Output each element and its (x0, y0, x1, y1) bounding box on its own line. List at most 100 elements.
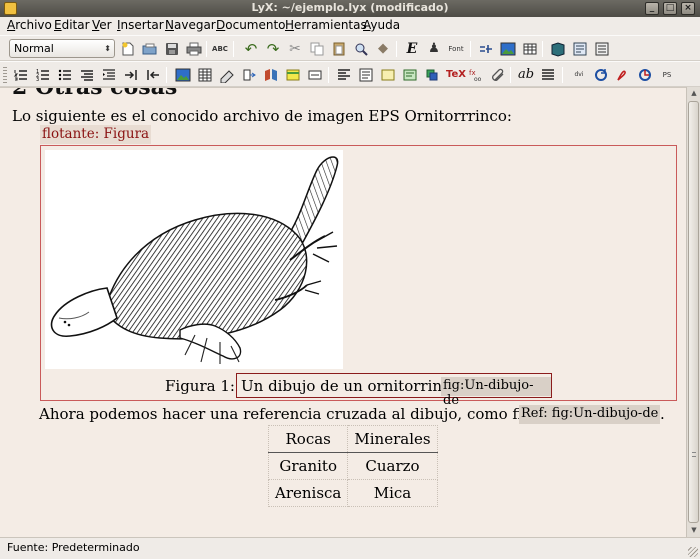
box-icon[interactable] (380, 67, 396, 83)
menu-editar[interactable]: Editar (54, 18, 90, 32)
table-row: Granito Cuarzo (267, 452, 438, 480)
enumerate-icon[interactable]: 123 (35, 67, 51, 83)
align-icon[interactable] (336, 67, 352, 83)
tex-icon[interactable]: TeX (446, 67, 466, 83)
table-cell[interactable]: Mica (347, 479, 438, 507)
open-icon[interactable] (142, 41, 158, 57)
ab-icon[interactable]: ab (518, 67, 534, 83)
vertical-scrollbar[interactable]: ▲ ▼ (686, 87, 700, 537)
status-text: Fuente: Predeterminado (7, 541, 140, 554)
table-cell[interactable]: Arenisca (267, 479, 349, 507)
ps-icon[interactable]: PS (659, 67, 675, 83)
table-header-row: Rocas Minerales (267, 425, 438, 453)
scroll-up-icon[interactable]: ▲ (689, 88, 699, 98)
menu-archivo[interactable]: Archivo (7, 18, 52, 32)
emph-icon[interactable]: E (404, 41, 420, 57)
dvi-icon[interactable]: dvi (571, 67, 587, 83)
table-icon[interactable] (522, 41, 538, 57)
reference-inset[interactable]: Ref: fig:Un-dibujo-de (519, 405, 661, 424)
caption-text: Un dibujo de un ornitorrinco (241, 377, 460, 395)
figure-caption-label: Figura 1: (165, 377, 235, 395)
document-view[interactable]: 2 Otras cosas Lo siguiente es el conocid… (0, 87, 686, 537)
save-icon[interactable] (164, 41, 180, 57)
window-title: LyX: ~/ejemplo.lyx (modificado) (251, 1, 449, 14)
citation-icon[interactable] (263, 67, 279, 83)
cross-reference-icon[interactable] (241, 67, 257, 83)
main-toolbar: Normal ⬍ ABC ↶ ↷ ✂ ◆ E ♟ Font (0, 35, 700, 61)
platypus-drawing (50, 156, 339, 364)
svg-text:3: 3 (36, 77, 39, 83)
toc-icon[interactable] (572, 41, 588, 57)
insert-table-icon[interactable] (197, 67, 213, 83)
copy-icon[interactable] (309, 41, 325, 57)
table-header-cell[interactable]: Minerales (347, 425, 438, 453)
float-figure-label[interactable]: flotante: Figura (40, 125, 152, 144)
book-icon[interactable] (550, 41, 566, 57)
spellcheck-icon[interactable]: ABC (212, 41, 228, 57)
minimize-button[interactable]: _ (645, 2, 659, 15)
sentence-period: . (660, 405, 665, 423)
ert-icon[interactable] (402, 67, 418, 83)
menu-ayuda[interactable]: Ayuda (363, 18, 400, 32)
layout-select[interactable]: Normal ⬍ (9, 39, 115, 58)
menu-ver[interactable]: Ver (92, 18, 112, 32)
insert-graphics-icon[interactable] (175, 67, 191, 83)
print-icon[interactable] (186, 41, 202, 57)
menu-navegar[interactable]: Navegar (165, 18, 216, 32)
find-icon[interactable] (353, 41, 369, 57)
menu-insertar[interactable]: Insertar (117, 18, 164, 32)
new-document-icon[interactable] (120, 41, 136, 57)
close-button[interactable]: × (681, 2, 695, 15)
maximize-button[interactable]: □ (663, 2, 677, 15)
refresh-icon[interactable] (593, 67, 609, 83)
crossref-paragraph: Ahora podemos hacer una referencia cruza… (39, 405, 558, 423)
format-toolbar: 123 TeX fx oo ab dvi PS (0, 61, 700, 87)
rocks-table[interactable]: Rocas Minerales Granito Cuarzo Arenisca … (267, 425, 438, 507)
paste-icon[interactable] (331, 41, 347, 57)
caption-inset[interactable]: Un dibujo de un ornitorrinco fig:Un-dibu… (236, 373, 552, 408)
menu-herramientas[interactable]: Herramientas (285, 18, 367, 32)
table-row: Arenisca Mica (267, 479, 438, 507)
title-bar: LyX: ~/ejemplo.lyx (modificado) _ □ × (0, 0, 700, 17)
platypus-image[interactable] (45, 150, 343, 369)
resize-grip-icon[interactable] (688, 547, 698, 557)
menu-documento[interactable]: Documento (216, 18, 286, 32)
numbered-list-icon[interactable] (13, 67, 29, 83)
noun-icon[interactable]: ♟ (426, 41, 442, 57)
view-icon[interactable] (594, 41, 610, 57)
cut-icon[interactable]: ✂ (287, 41, 303, 57)
math-icon[interactable] (478, 41, 494, 57)
table-cell[interactable]: Granito (267, 452, 349, 480)
intro-paragraph: Lo siguiente es el conocido archivo de i… (12, 107, 512, 125)
section-heading: 2 Otras cosas (12, 87, 178, 100)
table-header-cell[interactable]: Rocas (267, 425, 349, 453)
label-inset[interactable]: fig:Un-dibujo-de (441, 377, 551, 408)
chevron-updown-icon: ⬍ (104, 44, 111, 53)
indent-icon[interactable] (101, 67, 117, 83)
footnote-icon[interactable] (307, 67, 323, 83)
table-cell[interactable]: Cuarzo (347, 452, 438, 480)
status-bar: Fuente: Predeterminado (0, 537, 700, 559)
attachment-icon[interactable] (490, 67, 506, 83)
font-icon[interactable]: Font (448, 41, 464, 57)
redo-icon[interactable]: ↷ (265, 41, 281, 57)
scroll-down-icon[interactable]: ▼ (689, 525, 699, 535)
math-macro-icon[interactable]: fx oo (468, 67, 484, 83)
depth-increase-icon[interactable] (123, 67, 139, 83)
scrollbar-thumb[interactable] (688, 101, 699, 523)
description-list-icon[interactable] (79, 67, 95, 83)
undo-icon[interactable]: ↶ (243, 41, 259, 57)
menu-bar: Archivo Editar Ver Insertar Navegar Docu… (0, 17, 700, 35)
svg-text:oo: oo (474, 76, 482, 83)
image-icon[interactable] (500, 41, 516, 57)
paragraph-settings-icon[interactable] (358, 67, 374, 83)
wrap-icon[interactable] (424, 67, 440, 83)
pdf-icon[interactable] (615, 67, 631, 83)
forward-icon[interactable]: ◆ (375, 41, 391, 57)
label-icon[interactable] (219, 67, 235, 83)
note-icon[interactable] (285, 67, 301, 83)
depth-decrease-icon[interactable] (145, 67, 161, 83)
export-icon[interactable] (637, 67, 653, 83)
bullet-list-icon[interactable] (57, 67, 73, 83)
justify-icon[interactable] (540, 67, 556, 83)
